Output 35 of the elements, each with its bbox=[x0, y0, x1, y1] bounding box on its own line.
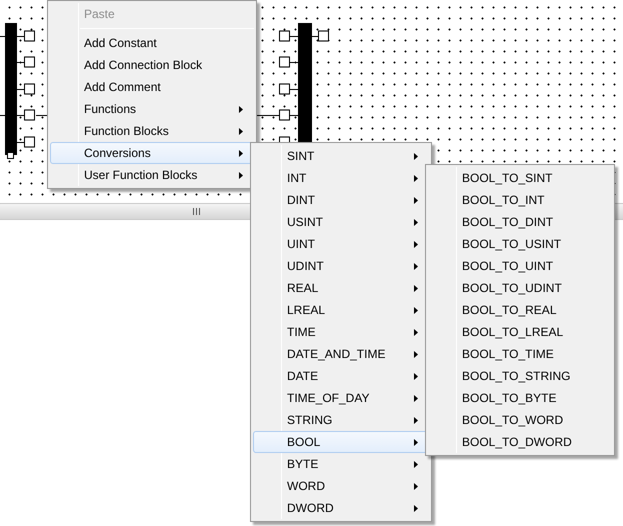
menu-item[interactable]: STRING bbox=[253, 409, 429, 431]
menu-item[interactable]: BOOL_TO_DINT bbox=[428, 211, 612, 233]
menu-item[interactable]: TIME bbox=[253, 321, 429, 343]
menu-item[interactable]: INT bbox=[253, 167, 429, 189]
menu-item[interactable]: User Function Blocks bbox=[50, 164, 254, 186]
menu-item[interactable]: LREAL bbox=[253, 299, 429, 321]
menu-item[interactable]: SINT bbox=[253, 145, 429, 167]
menu-item[interactable]: DWORD bbox=[253, 497, 429, 519]
menu-item[interactable]: WORD bbox=[253, 475, 429, 497]
menu-item[interactable]: UDINT bbox=[253, 255, 429, 277]
menu-item[interactable]: Functions bbox=[50, 98, 254, 120]
menu-item[interactable]: UINT bbox=[253, 233, 429, 255]
menu-item[interactable]: TIME_OF_DAY bbox=[253, 387, 429, 409]
menu-item[interactable]: Add Connection Block bbox=[50, 54, 254, 76]
menu-item[interactable]: BOOL_TO_INT bbox=[428, 189, 612, 211]
menu-item[interactable]: BOOL_TO_BYTE bbox=[428, 387, 612, 409]
menu-item[interactable]: REAL bbox=[253, 277, 429, 299]
menu-item[interactable]: BYTE bbox=[253, 453, 429, 475]
menu-item[interactable]: DATE_AND_TIME bbox=[253, 343, 429, 365]
menu-item[interactable]: BOOL_TO_USINT bbox=[428, 233, 612, 255]
menu-item[interactable]: Add Comment bbox=[50, 76, 254, 98]
menu-item[interactable]: BOOL_TO_UDINT bbox=[428, 277, 612, 299]
menu-item[interactable]: BOOL_TO_UINT bbox=[428, 255, 612, 277]
menu-item[interactable]: BOOL_TO_REAL bbox=[428, 299, 612, 321]
menu-item[interactable]: BOOL_TO_DWORD bbox=[428, 431, 612, 453]
menu-item[interactable]: DINT bbox=[253, 189, 429, 211]
menu-item[interactable]: Add Constant bbox=[50, 32, 254, 54]
menu-item[interactable]: Function Blocks bbox=[50, 120, 254, 142]
menu-item[interactable]: BOOL_TO_WORD bbox=[428, 409, 612, 431]
menu-item[interactable]: DATE bbox=[253, 365, 429, 387]
menu-item[interactable]: BOOL_TO_SINT bbox=[428, 167, 612, 189]
menu-item[interactable]: BOOL_TO_TIME bbox=[428, 343, 612, 365]
menu-item[interactable]: BOOL_TO_LREAL bbox=[428, 321, 612, 343]
menu-item[interactable]: BOOL_TO_STRING bbox=[428, 365, 612, 387]
menu-item[interactable]: USINT bbox=[253, 211, 429, 233]
